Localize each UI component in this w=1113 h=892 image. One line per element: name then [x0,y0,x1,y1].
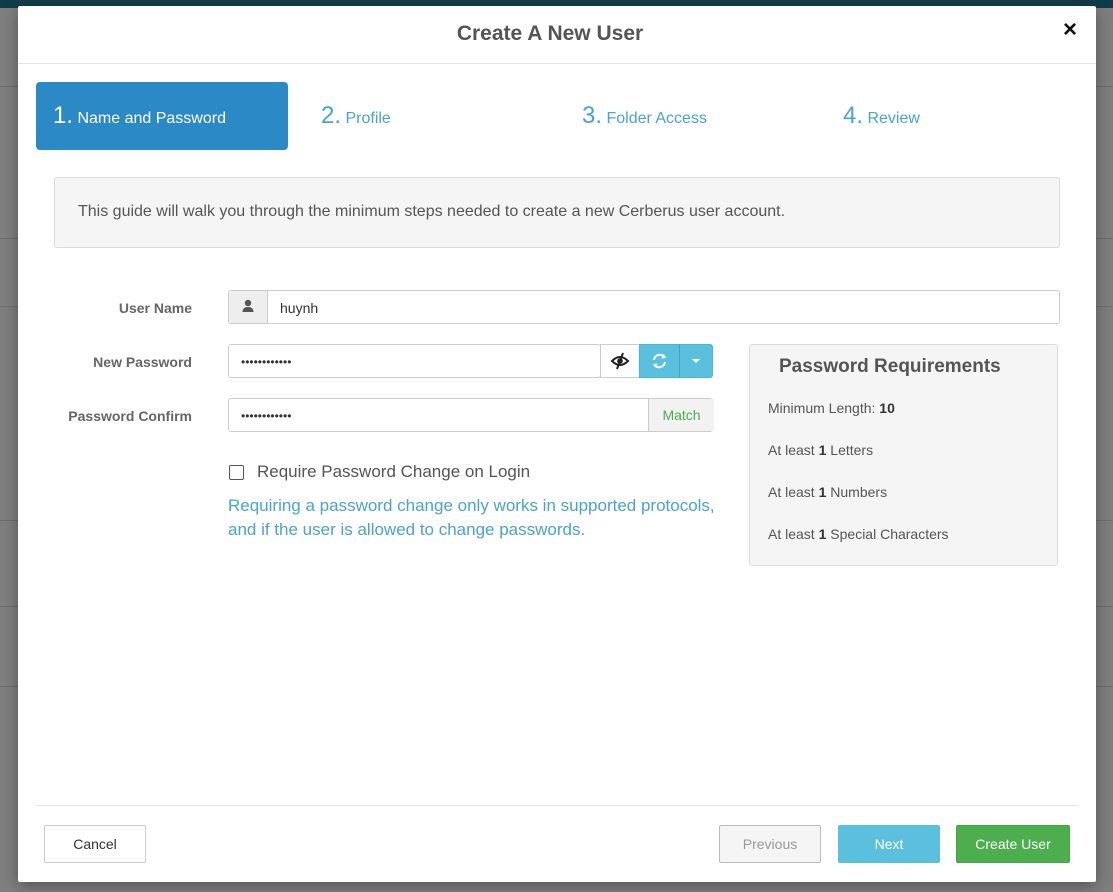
step-label: Review [867,110,920,127]
requirement-text: Special Characters [826,526,949,542]
requirement-letters: At least 1 Letters [768,442,873,458]
dialog-title: Create A New User [456,22,644,45]
cancel-button[interactable]: Cancel [44,825,146,863]
requirement-text: Letters [826,442,874,458]
requirement-numbers: At least 1 Numbers [768,484,887,500]
generate-password-button[interactable] [639,344,680,378]
requirement-value: 10 [879,400,895,416]
requirement-text: At least [768,526,819,542]
step-review[interactable]: 4. Review [826,82,1078,150]
step-number: 1. [53,102,74,129]
dialog-header: Create A New User × [18,6,1096,64]
step-folder-access[interactable]: 3. Folder Access [565,82,817,150]
require-password-change-label[interactable]: Require Password Change on Login [257,462,530,482]
step-number: 4. [843,102,864,129]
username-addon [229,291,268,323]
new-password-field[interactable]: •••••••••••• [228,344,601,378]
password-requirements-title: Password Requirements [779,356,1001,377]
password-match-status: Match [648,399,714,431]
require-password-change-checkbox[interactable] [229,465,244,480]
user-icon [242,299,254,312]
step-number: 3. [582,102,603,129]
step-profile[interactable]: 2. Profile [304,82,556,150]
password-confirm-field[interactable]: •••••••••••• Match [228,398,714,432]
password-requirements-panel: Password Requirements Minimum Length: 10… [749,344,1058,566]
chevron-down-icon [692,359,700,363]
step-label: Profile [345,110,391,127]
refresh-icon [653,353,666,369]
password-confirm-value: •••••••••••• [241,409,292,423]
step-number: 2. [321,102,342,129]
close-button[interactable]: × [1058,16,1082,44]
footer-divider [36,805,1078,806]
new-password-value: •••••••••••• [241,355,292,369]
step-name-and-password[interactable]: 1. Name and Password [36,82,288,150]
requirement-special: At least 1 Special Characters [768,526,949,542]
new-password-label: New Password [93,354,192,370]
create-user-button[interactable]: Create User [956,825,1070,863]
requirement-text: Numbers [826,484,888,500]
password-confirm-label: Password Confirm [68,408,192,424]
requirement-text: At least [768,484,819,500]
requirement-min-length: Minimum Length: 10 [768,400,895,416]
password-change-help-text: Requiring a password change only works i… [228,496,715,539]
username-value: huynh [280,300,319,316]
username-field[interactable]: huynh [228,290,1060,324]
next-button[interactable]: Next [838,825,940,863]
step-label: Folder Access [606,110,707,127]
requirement-text: Minimum Length: [768,400,880,416]
username-label: User Name [118,300,192,316]
previous-button[interactable]: Previous [719,825,821,863]
toggle-password-visibility-button[interactable] [600,344,640,378]
guide-panel: This guide will walk you through the min… [54,177,1060,248]
requirement-text: At least [768,442,819,458]
create-user-dialog: Create A New User × 1. Name and Password… [18,6,1096,882]
step-label: Name and Password [77,110,226,127]
password-options-dropdown[interactable] [679,344,713,378]
guide-text: This guide will walk you through the min… [78,203,786,220]
eye-slash-icon [610,352,630,370]
